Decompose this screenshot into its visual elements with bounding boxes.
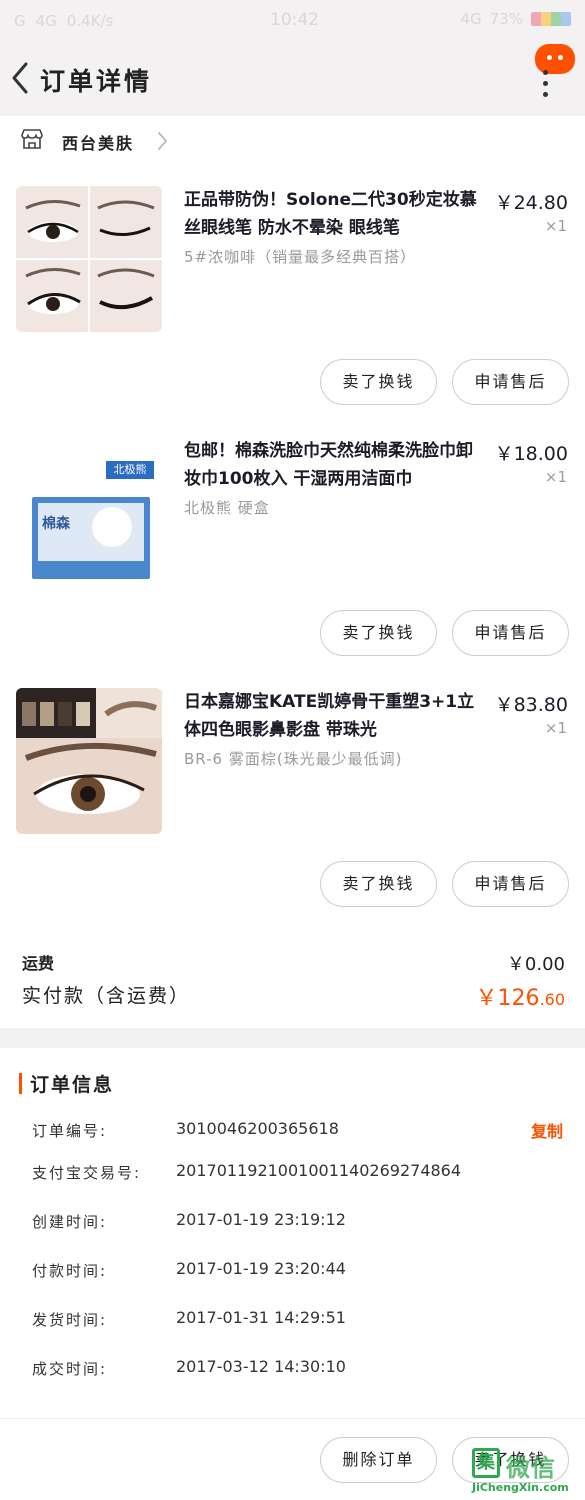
product-qty: ×1	[544, 468, 567, 486]
info-value: 2017011921001001140269274864	[176, 1161, 462, 1180]
order-item[interactable]: 正品带防伪！Solone二代30秒定妆慕丝眼线笔 防水不晕染 眼线笔 5#浓咖啡…	[0, 186, 585, 436]
info-label: 支付宝交易号:	[32, 1164, 142, 1182]
product-spec: 5#浓咖啡（销量最多经典百搭）	[184, 248, 417, 266]
speed-label: 0.4K/s	[66, 12, 114, 30]
sell-button[interactable]: 卖了换钱	[320, 359, 437, 405]
product-image-face-towel[interactable]: 北极熊 棉森	[16, 437, 162, 583]
after-sale-button[interactable]: 申请售后	[452, 359, 569, 405]
status-time: 10:42	[270, 10, 319, 30]
battery-percent: 73%	[489, 10, 523, 28]
shipped-time-row: 发货时间: 2017-01-31 14:29:51	[0, 1305, 585, 1335]
paid-time-row: 付款时间: 2017-01-19 23:20:44	[0, 1256, 585, 1286]
info-label: 创建时间:	[32, 1213, 108, 1231]
signal-label: G	[14, 12, 26, 30]
more-dots-icon[interactable]	[543, 70, 549, 97]
order-item[interactable]: 北极熊 棉森 包邮！棉森洗脸巾天然纯棉柔洗脸巾卸妆巾100枚入 干湿两用洁面巾 …	[0, 437, 585, 687]
product-price: ￥18.00	[494, 443, 568, 465]
created-time-row: 创建时间: 2017-01-19 23:19:12	[0, 1207, 585, 1237]
product-price: ￥83.80	[494, 694, 568, 716]
product-qty: ×1	[544, 217, 567, 235]
info-value: 2017-01-31 14:29:51	[176, 1308, 346, 1327]
product-title[interactable]: 包邮！棉森洗脸巾天然纯棉柔洗脸巾卸妆巾100枚入 干湿两用洁面巾	[184, 437, 482, 493]
delete-order-button[interactable]: 删除订单	[320, 1437, 437, 1483]
shop-row[interactable]: 西台美肤	[0, 116, 585, 166]
sell-button[interactable]: 卖了换钱	[320, 861, 437, 907]
info-label: 发货时间:	[32, 1311, 108, 1329]
order-info-heading: 订单信息	[30, 1074, 115, 1096]
tissue-box: 棉森	[32, 497, 150, 579]
info-label: 付款时间:	[32, 1262, 108, 1280]
copy-button[interactable]: 复制	[531, 1118, 563, 1142]
product-image-eyeshadow[interactable]	[16, 688, 162, 834]
watermark-url: JiChengXin.com	[472, 1481, 569, 1494]
order-number-row: 订单编号: 3010046200365618 复制	[0, 1116, 585, 1146]
product-title[interactable]: 日本嘉娜宝KATE凯婷骨干重塑3+1立体四色眼影鼻影盘 带珠光	[184, 688, 482, 744]
bear-icon	[92, 507, 132, 547]
page-title: 订单详情	[40, 67, 153, 96]
shipping-value: ￥0.00	[506, 954, 565, 975]
product-spec: BR-6 雾面棕(珠光最少最低调)	[184, 750, 403, 768]
chat-bubble-icon[interactable]	[535, 44, 575, 74]
box-brand: 棉森	[42, 516, 70, 532]
paid-value: ￥126.60	[476, 980, 565, 1012]
info-label: 订单编号:	[32, 1122, 108, 1140]
shop-icon	[21, 129, 43, 149]
order-item[interactable]: 日本嘉娜宝KATE凯婷骨干重塑3+1立体四色眼影鼻影盘 带珠光 BR-6 雾面棕…	[0, 688, 585, 938]
alipay-number-row: 支付宝交易号: 2017011921001001140269274864	[0, 1158, 585, 1188]
product-spec: 北极熊 硬盒	[184, 499, 270, 517]
heading-accent-bar	[19, 1073, 22, 1094]
shop-name[interactable]: 西台美肤	[62, 130, 134, 154]
watermark-logo: 集 微信 JiChengXin.com	[468, 1448, 585, 1500]
product-image-eyeliner[interactable]	[16, 186, 162, 332]
info-value: 2017-03-12 14:30:10	[176, 1357, 346, 1376]
box-tag: 北极熊	[106, 461, 154, 479]
status-right: 4G 73%	[460, 10, 571, 28]
product-qty: ×1	[544, 719, 567, 737]
nav-header: 订单详情	[0, 42, 585, 116]
watermark-mark: 集	[472, 1448, 500, 1478]
after-sale-button[interactable]: 申请售后	[452, 610, 569, 656]
product-title[interactable]: 正品带防伪！Solone二代30秒定妆慕丝眼线笔 防水不晕染 眼线笔	[184, 186, 482, 242]
status-bar: G 4G 0.4K/s 10:42 4G 73%	[0, 0, 585, 42]
info-label: 成交时间:	[32, 1360, 108, 1378]
network-label-right: 4G	[460, 10, 482, 28]
paid-value-cents: .60	[539, 990, 565, 1009]
completed-time-row: 成交时间: 2017-03-12 14:30:10	[0, 1354, 585, 1384]
after-sale-button[interactable]: 申请售后	[452, 861, 569, 907]
info-value: 2017-01-19 23:19:12	[176, 1210, 346, 1229]
order-card: 西台美肤 正品带防伪！Solone二代30秒定妆慕丝眼线笔 防水不晕染 眼线笔 …	[0, 116, 585, 1028]
product-price: ￥24.80	[494, 192, 568, 214]
order-info-card: 订单信息 订单编号: 3010046200365618 复制 支付宝交易号: 2…	[0, 1048, 585, 1418]
sell-button[interactable]: 卖了换钱	[320, 610, 437, 656]
chevron-right-icon[interactable]	[156, 130, 168, 152]
paid-value-main: ￥126	[475, 986, 540, 1011]
info-value: 2017-01-19 23:20:44	[176, 1259, 346, 1278]
info-value: 3010046200365618	[176, 1119, 339, 1138]
status-left: G 4G 0.4K/s	[14, 12, 113, 30]
more-menu-button[interactable]	[529, 42, 579, 102]
paid-label: 实付款（含运费）	[22, 985, 191, 1007]
shipping-label: 运费	[22, 954, 55, 973]
watermark-text: 微信	[506, 1454, 556, 1482]
back-arrow-icon[interactable]	[8, 60, 34, 96]
network-label: 4G	[35, 12, 57, 30]
battery-icon	[531, 12, 571, 26]
